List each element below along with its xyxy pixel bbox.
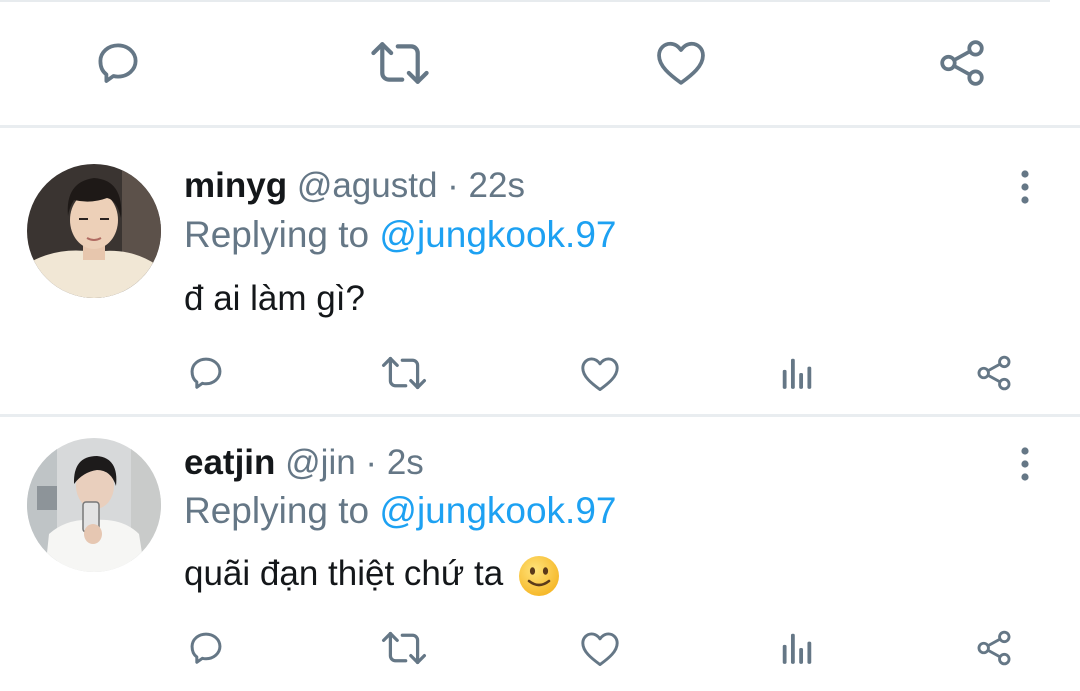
- timestamp[interactable]: 2s: [387, 443, 424, 482]
- replying-to: Replying to @jungkook.97: [184, 490, 617, 532]
- separator-dot: ·: [437, 166, 469, 205]
- user-handle[interactable]: @agustd: [297, 166, 438, 205]
- like-icon[interactable]: [580, 631, 620, 667]
- top-divider: [0, 0, 1050, 2]
- retweet-icon[interactable]: [380, 631, 428, 665]
- replying-to: Replying to @jungkook.97: [184, 214, 617, 256]
- avatar[interactable]: [27, 164, 161, 298]
- share-icon[interactable]: [974, 629, 1014, 667]
- display-name[interactable]: eatjin: [184, 443, 275, 482]
- comment-icon[interactable]: [187, 354, 225, 392]
- analytics-icon[interactable]: [778, 354, 816, 392]
- retweet-icon[interactable]: [380, 356, 428, 390]
- tweet-header: minyg @agustd · 22s: [184, 166, 525, 206]
- separator-dot: ·: [355, 443, 387, 482]
- slightly-smiling-face-emoji: [517, 554, 561, 598]
- more-options-icon[interactable]: [1010, 445, 1040, 485]
- tweet-item[interactable]: eatjin @jin · 2s Replying to @jungkook.9…: [0, 417, 1080, 691]
- user-handle[interactable]: @jin: [285, 443, 356, 482]
- display-name[interactable]: minyg: [184, 166, 287, 205]
- replying-prefix: Replying to: [184, 490, 380, 531]
- mention-link[interactable]: @jungkook.97: [379, 214, 616, 255]
- tweet-item[interactable]: minyg @agustd · 22s Replying to @jungkoo…: [0, 128, 1080, 414]
- like-icon[interactable]: [580, 356, 620, 392]
- tweet-text: quãi đạn thiệt chứ ta: [184, 553, 561, 598]
- retweet-icon[interactable]: [369, 40, 431, 86]
- replying-prefix: Replying to: [184, 214, 380, 255]
- tweet-text-content: quãi đạn thiệt chứ ta: [184, 554, 504, 593]
- mention-link[interactable]: @jungkook.97: [379, 490, 616, 531]
- tweet-header: eatjin @jin · 2s: [184, 443, 424, 483]
- comment-icon[interactable]: [93, 39, 143, 87]
- share-icon[interactable]: [936, 38, 988, 88]
- avatar[interactable]: [27, 438, 161, 572]
- comment-icon[interactable]: [187, 629, 225, 667]
- share-icon[interactable]: [974, 354, 1014, 392]
- tweet-text: đ ai làm gì?: [184, 279, 365, 318]
- like-icon[interactable]: [655, 40, 707, 86]
- more-options-icon[interactable]: [1010, 168, 1040, 208]
- timestamp[interactable]: 22s: [469, 166, 525, 205]
- analytics-icon[interactable]: [778, 629, 816, 667]
